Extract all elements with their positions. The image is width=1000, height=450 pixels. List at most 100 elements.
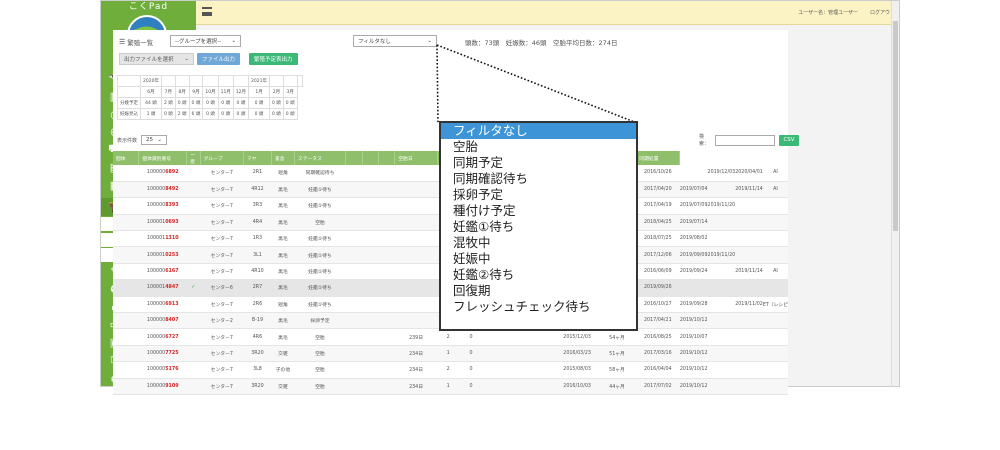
cell-blank bbox=[345, 361, 362, 379]
cell-value: 2019/09/28 bbox=[679, 296, 708, 314]
filter-option[interactable]: 妊鑑②待ち bbox=[441, 267, 636, 283]
hamburger-menu-icon[interactable] bbox=[202, 7, 212, 16]
cell-value bbox=[762, 378, 788, 395]
column-header[interactable]: グループ bbox=[200, 151, 244, 165]
column-header[interactable] bbox=[378, 151, 396, 165]
cell-blank bbox=[113, 378, 139, 395]
summary-cell: 0 頭 bbox=[217, 97, 234, 109]
cell-blank bbox=[345, 378, 362, 395]
cell-group: センター7 bbox=[200, 230, 244, 248]
cell-id: 1000010253 bbox=[138, 246, 187, 264]
cell-value: 2017/12/06 bbox=[635, 246, 680, 264]
cell-group: センター7 bbox=[200, 328, 244, 346]
cell-pen: 2R6 bbox=[243, 296, 272, 314]
cell-blank bbox=[345, 345, 362, 363]
cell-check bbox=[186, 263, 201, 281]
filter-option[interactable]: 混牧中 bbox=[441, 235, 636, 251]
column-header[interactable]: 空胎日 bbox=[394, 151, 438, 165]
column-header[interactable]: 個体 bbox=[113, 151, 140, 165]
cell-status: 妊鑑①待ち bbox=[294, 263, 346, 281]
cell-value: 0 bbox=[458, 345, 484, 363]
filter-option[interactable]: 妊娠中 bbox=[441, 251, 636, 267]
summary-cell: 10月 bbox=[202, 86, 219, 98]
table-row[interactable]: 1000006727 センター7 4R6 黒毛 空胎 239日 2 0 2015/12/03 54… bbox=[113, 328, 788, 346]
csv-button[interactable]: CSV bbox=[779, 134, 799, 146]
search-input[interactable] bbox=[714, 134, 775, 146]
cell-status: 同期確認待ち bbox=[294, 165, 346, 182]
cell-value: 2016/06/09 bbox=[635, 263, 680, 281]
cell-group: センター7 bbox=[200, 296, 244, 314]
filter-option[interactable]: 回復期 bbox=[441, 283, 636, 299]
cell-value: 2017/04/19 bbox=[635, 197, 680, 215]
cell-blank bbox=[378, 246, 395, 264]
column-header[interactable] bbox=[345, 151, 363, 165]
summary-cell: 2020年 bbox=[140, 75, 162, 87]
show-count-select[interactable]: 25 ⌄ bbox=[141, 135, 168, 145]
filter-option[interactable]: 種付け予定 bbox=[441, 203, 636, 219]
filter-option[interactable]: 妊鑑①待ち bbox=[441, 219, 636, 235]
cell-blank bbox=[345, 165, 362, 182]
summary-cell: 0 頭 bbox=[232, 97, 250, 109]
cell-check: ✓ bbox=[186, 279, 201, 297]
cell-pen: 4R10 bbox=[243, 263, 272, 281]
cell-blank bbox=[113, 345, 139, 363]
cell-pen: B-19 bbox=[243, 312, 272, 330]
summary-cell: 0 頭 bbox=[174, 97, 190, 109]
cell-blank bbox=[345, 214, 362, 232]
cell-value: 2019/10/12 bbox=[679, 361, 708, 379]
cell-stall: 短角 bbox=[271, 296, 295, 314]
column-header[interactable]: マヤ bbox=[243, 151, 272, 165]
cell-stall: 黒毛 bbox=[271, 181, 295, 199]
column-header[interactable] bbox=[362, 151, 379, 165]
table-row[interactable]: 1000009109 センター7 3R20 交雑 空胎 234日 1 0 2016/10/03 4… bbox=[113, 378, 788, 395]
summary-cell bbox=[296, 75, 303, 87]
print-schedule-button[interactable]: 繁殖予定表出力 bbox=[249, 53, 298, 65]
filter-option[interactable]: フィルタなし bbox=[441, 123, 636, 139]
group-select[interactable]: --グループを選択-- ⌄ bbox=[170, 35, 241, 47]
cell-value: 2019/07/04 bbox=[679, 181, 708, 199]
cell-group: センター7 bbox=[200, 214, 244, 232]
column-header[interactable]: ステータス bbox=[294, 151, 347, 165]
filter-option[interactable]: 同期確認待ち bbox=[441, 171, 636, 187]
cell-id: 1000006892 bbox=[138, 165, 187, 182]
cell-status: 妊鑑①待ち bbox=[294, 296, 346, 314]
cell-pen: 4R12 bbox=[243, 181, 272, 199]
cell-value bbox=[707, 361, 736, 379]
summary-table: 2020年 2021年 6月 7月 8月 9月 10月 11月 12月 1月 2月 3月 分娩予定 44 … bbox=[117, 75, 303, 120]
column-header[interactable]: 畜舎 bbox=[271, 151, 295, 165]
logo-text: こくPad bbox=[128, 2, 169, 12]
cell-value bbox=[735, 328, 763, 346]
cell-blank bbox=[345, 246, 362, 264]
column-header[interactable]: 同期処置 bbox=[635, 151, 681, 165]
filter-dropdown-list[interactable]: フィルタなし 空胎 同期予定 同期確認待ち 採卵予定 種付け予定 妊鑑①待ち 混牧中 妊娠中 妊鑑… bbox=[439, 121, 638, 331]
summary-cell: 6 頭 bbox=[188, 108, 204, 120]
summary-cell: 0 頭 bbox=[269, 97, 284, 109]
cell-value: 2 bbox=[437, 328, 459, 346]
column-header[interactable]: 一産 bbox=[186, 151, 201, 165]
output-file-select[interactable]: 出力ファイルを選択 ⌄ bbox=[119, 53, 194, 65]
scrollbar[interactable] bbox=[891, 1, 899, 386]
cell-value bbox=[394, 214, 438, 232]
filter-option[interactable]: 同期予定 bbox=[441, 155, 636, 171]
cell-value: 0 bbox=[458, 378, 484, 395]
summary-cell bbox=[117, 86, 141, 98]
column-header[interactable]: 個体識別番号 bbox=[138, 151, 188, 165]
cell-check bbox=[186, 197, 201, 215]
cell-blank bbox=[378, 181, 395, 199]
file-output-button[interactable]: ファイル出力 bbox=[197, 53, 241, 65]
cell-value bbox=[735, 230, 763, 248]
table-row[interactable]: 1000005176 センター7 3L8 子の他 空胎 234日 2 0 2015/08/03 5… bbox=[113, 361, 788, 379]
cell-id: 1000005176 bbox=[138, 361, 187, 379]
table-row[interactable]: 1000007725 センター7 3R20 交雑 空胎 234日 1 0 2016/03/23 5… bbox=[113, 345, 788, 363]
cell-blank bbox=[113, 197, 139, 215]
filter-option[interactable]: フレッシュチェック待ち bbox=[441, 299, 636, 315]
filter-option[interactable]: 採卵予定 bbox=[441, 187, 636, 203]
cell-check bbox=[186, 312, 201, 330]
summary-cell: 2月 bbox=[269, 86, 284, 98]
cell-status: 妊鑑①待ち bbox=[294, 230, 346, 248]
filter-select[interactable]: フィルタなし ⌄ bbox=[353, 35, 437, 47]
cell-value bbox=[394, 312, 438, 330]
summary-cell: 0 頭 bbox=[248, 108, 270, 120]
filter-option[interactable]: 空胎 bbox=[441, 139, 636, 155]
cell-blank bbox=[362, 312, 379, 330]
